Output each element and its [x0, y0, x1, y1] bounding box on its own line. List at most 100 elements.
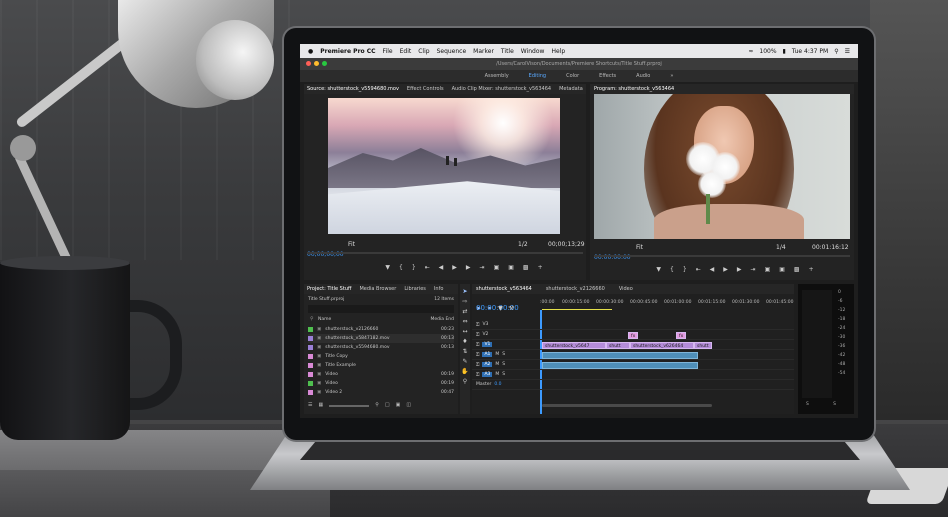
play-icon[interactable]: ▶	[452, 264, 457, 271]
apple-icon[interactable]: ●	[308, 48, 313, 55]
tab-effect-controls[interactable]: Effect Controls	[407, 84, 444, 94]
tab-audio-clip-mixer[interactable]: Audio Clip Mixer: shutterstock_v563464	[452, 84, 551, 94]
track-select-icon[interactable]: ⇨	[462, 298, 467, 305]
rate-stretch-icon[interactable]: ↔	[462, 328, 467, 335]
time-ruler[interactable]: :00:00 00:00:15:00 00:00:30:00 00:00:45:…	[540, 296, 794, 310]
step-forward-icon[interactable]: ▶	[737, 266, 742, 273]
search-icon[interactable]: ⚲	[834, 48, 838, 55]
hand-icon[interactable]: ✋	[461, 368, 468, 375]
tab-project[interactable]: Project: Title Stuff	[307, 284, 351, 294]
menu-marker[interactable]: Marker	[473, 48, 494, 55]
source-scrubber[interactable]	[307, 252, 583, 254]
more-workspaces-icon[interactable]: »	[670, 73, 673, 79]
solo-left-button[interactable]: S	[806, 402, 809, 407]
program-fit-select[interactable]: Fit	[636, 244, 643, 251]
master-volume[interactable]: 0.0	[494, 382, 501, 387]
menu-file[interactable]: File	[383, 48, 393, 55]
lock-icon[interactable]: ⚿	[476, 322, 479, 328]
trash-icon[interactable]: ◫	[406, 402, 411, 410]
linked-selection-icon[interactable]: ⚭	[487, 305, 492, 312]
menu-title[interactable]: Title	[501, 48, 514, 55]
minimize-icon[interactable]	[314, 61, 319, 66]
wrench-icon[interactable]: ⚒	[509, 305, 514, 312]
slip-icon[interactable]: ⇅	[462, 348, 467, 355]
insert-icon[interactable]: ▣	[494, 264, 500, 271]
video-clip[interactable]: shutterstock_v626464	[630, 342, 694, 349]
list-item[interactable]: ▣ Title Copy	[308, 352, 454, 361]
audio-clip[interactable]	[542, 362, 698, 369]
extract-icon[interactable]: ▣	[779, 266, 785, 273]
title-clip[interactable]: fx	[676, 332, 686, 339]
wifi-icon[interactable]: ≈	[748, 48, 753, 55]
program-timecode-in[interactable]: 00:00:00:00	[594, 244, 631, 263]
project-search-input[interactable]: ⚲	[308, 305, 454, 322]
icon-view-icon[interactable]: ▦	[318, 402, 323, 410]
lock-icon[interactable]: ⚿	[476, 362, 479, 368]
lock-icon[interactable]: ⚿	[476, 352, 479, 358]
tab-sequence-1[interactable]: shutterstock_v563464	[476, 284, 532, 294]
mark-in-icon[interactable]: {	[670, 266, 674, 273]
list-item[interactable]: ▣ Video 00:19	[308, 370, 454, 379]
add-button-icon[interactable]: +	[538, 264, 543, 271]
column-media-end[interactable]: Media End	[431, 317, 455, 322]
program-scrubber[interactable]	[594, 255, 850, 257]
go-to-out-icon[interactable]: ⇥	[480, 264, 485, 271]
pen-icon[interactable]: ✎	[462, 358, 467, 365]
video-clip[interactable]: shutt	[606, 342, 630, 349]
battery-level[interactable]: 100%	[759, 48, 776, 55]
zoom-slider[interactable]	[329, 405, 370, 407]
menu-help[interactable]: Help	[551, 48, 565, 55]
zoom-icon[interactable]	[322, 61, 327, 66]
source-video-frame[interactable]	[328, 98, 560, 234]
tab-source[interactable]: Source: shutterstock_v5594680.mov	[307, 84, 399, 94]
snap-icon[interactable]: ➤	[476, 305, 481, 312]
track-master[interactable]: Master 0.0	[472, 380, 794, 390]
tab-sequence-3[interactable]: Video	[619, 284, 633, 294]
list-item[interactable]: ▣ shutterstock_v5847182.mov 00:13	[308, 334, 454, 343]
source-timecode-in[interactable]: 00;00;00;00	[307, 241, 344, 260]
tab-libraries[interactable]: Libraries	[404, 284, 426, 294]
play-icon[interactable]: ▶	[723, 266, 728, 273]
workspace-effects[interactable]: Effects	[599, 73, 616, 79]
menu-edit[interactable]: Edit	[400, 48, 412, 55]
list-item[interactable]: ▣ shutterstock_v2126660 00:23	[308, 325, 454, 334]
rolling-edit-icon[interactable]: ⇔	[462, 318, 467, 325]
menu-sequence[interactable]: Sequence	[437, 48, 467, 55]
track-v3[interactable]: ⚿ V3	[472, 320, 794, 330]
mute-icon[interactable]: M	[495, 362, 499, 367]
video-clip[interactable]: shutt	[694, 342, 712, 349]
marker-icon[interactable]: ▼	[385, 264, 390, 271]
workspace-assembly[interactable]: Assembly	[485, 73, 509, 79]
zoom-icon[interactable]: ⚲	[463, 378, 467, 385]
search-icon[interactable]: ⚲	[375, 402, 379, 410]
list-item[interactable]: ▣ Video 2 00:47	[308, 388, 454, 397]
ripple-edit-icon[interactable]: ⇄	[462, 308, 467, 315]
tab-info[interactable]: Info	[434, 284, 443, 294]
list-item[interactable]: ▣ Title Example	[308, 361, 454, 370]
go-to-in-icon[interactable]: ⇤	[696, 266, 701, 273]
source-scale-select[interactable]: 1/2	[518, 241, 528, 248]
menu-window[interactable]: Window	[521, 48, 545, 55]
new-item-icon[interactable]: ▣	[396, 402, 401, 410]
close-icon[interactable]	[306, 61, 311, 66]
menu-clip[interactable]: Clip	[418, 48, 429, 55]
add-button-icon[interactable]: +	[809, 266, 814, 273]
program-video-frame[interactable]	[594, 94, 850, 239]
solo-icon[interactable]: S	[502, 352, 505, 357]
lock-icon[interactable]: ⚿	[476, 372, 479, 378]
app-menu[interactable]: Premiere Pro CC	[320, 48, 375, 55]
new-bin-icon[interactable]: □	[385, 402, 390, 410]
program-scale-select[interactable]: 1/4	[776, 244, 786, 251]
video-clip[interactable]: shutterstock_v5647	[542, 342, 606, 349]
list-item[interactable]: ▣ shutterstock_v5594680.mov 00:13	[308, 343, 454, 352]
track-a3[interactable]: ⚿ A3 M S	[472, 370, 794, 380]
list-icon[interactable]: ☰	[845, 48, 850, 55]
source-fit-select[interactable]: Fit	[348, 241, 355, 248]
go-to-out-icon[interactable]: ⇥	[751, 266, 756, 273]
title-clip[interactable]: fx	[628, 332, 638, 339]
tab-metadata[interactable]: Metadata	[559, 84, 583, 94]
go-to-in-icon[interactable]: ⇤	[425, 264, 430, 271]
workspace-color[interactable]: Color	[566, 73, 579, 79]
step-back-icon[interactable]: ◀	[710, 266, 715, 273]
lock-icon[interactable]: ⚿	[476, 332, 479, 338]
